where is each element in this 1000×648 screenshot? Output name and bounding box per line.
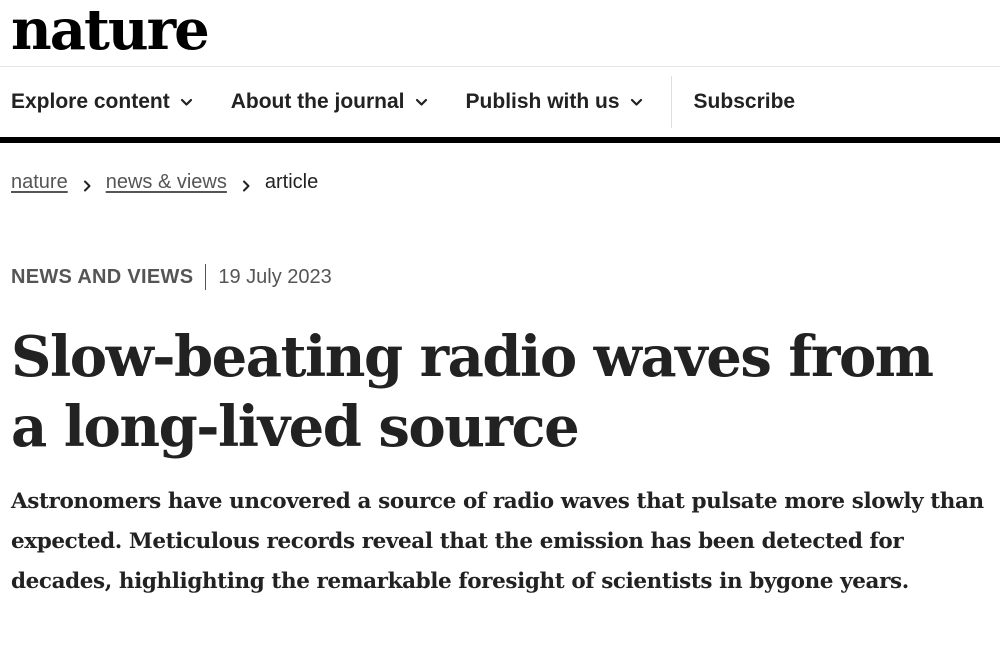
subscribe-link[interactable]: Subscribe <box>694 90 796 114</box>
nav-explore-content[interactable]: Explore content <box>11 90 193 114</box>
nav-item-label: Explore content <box>11 90 170 113</box>
chevron-down-icon <box>415 96 428 109</box>
subscribe-label: Subscribe <box>693 90 796 113</box>
chevron-down-icon <box>630 96 643 109</box>
breadcrumb-item-article: article <box>264 171 319 193</box>
article-meta: NEWS AND VIEWS 19 July 2023 <box>0 264 1000 290</box>
chevron-down-icon <box>180 96 193 109</box>
article-standfirst: Astronomers have uncovered a source of r… <box>11 489 984 594</box>
main-nav: Explore content About the journal Publis… <box>0 67 1000 143</box>
site-logo[interactable]: nature <box>11 0 210 60</box>
breadcrumb-item-news-views[interactable]: news & views <box>106 171 227 194</box>
nav-divider <box>670 76 672 128</box>
article-type[interactable]: NEWS AND VIEWS <box>11 266 193 289</box>
page: nature Explore content About the journal… <box>0 0 1000 648</box>
meta-divider <box>205 264 207 290</box>
masthead: nature <box>0 0 1000 67</box>
nav-item-label: About the journal <box>230 90 405 113</box>
chevron-right-icon <box>82 176 92 191</box>
article-title: Slow-beating radio waves from a long-liv… <box>11 324 934 460</box>
breadcrumb: nature news & views article <box>0 171 1000 194</box>
nav-about-the-journal[interactable]: About the journal <box>231 90 428 114</box>
article-date: 19 July 2023 <box>218 265 332 288</box>
chevron-right-icon <box>241 176 251 191</box>
nav-item-label: Publish with us <box>465 90 620 113</box>
breadcrumb-item-nature[interactable]: nature <box>11 171 68 194</box>
nav-publish-with-us[interactable]: Publish with us <box>466 90 643 114</box>
